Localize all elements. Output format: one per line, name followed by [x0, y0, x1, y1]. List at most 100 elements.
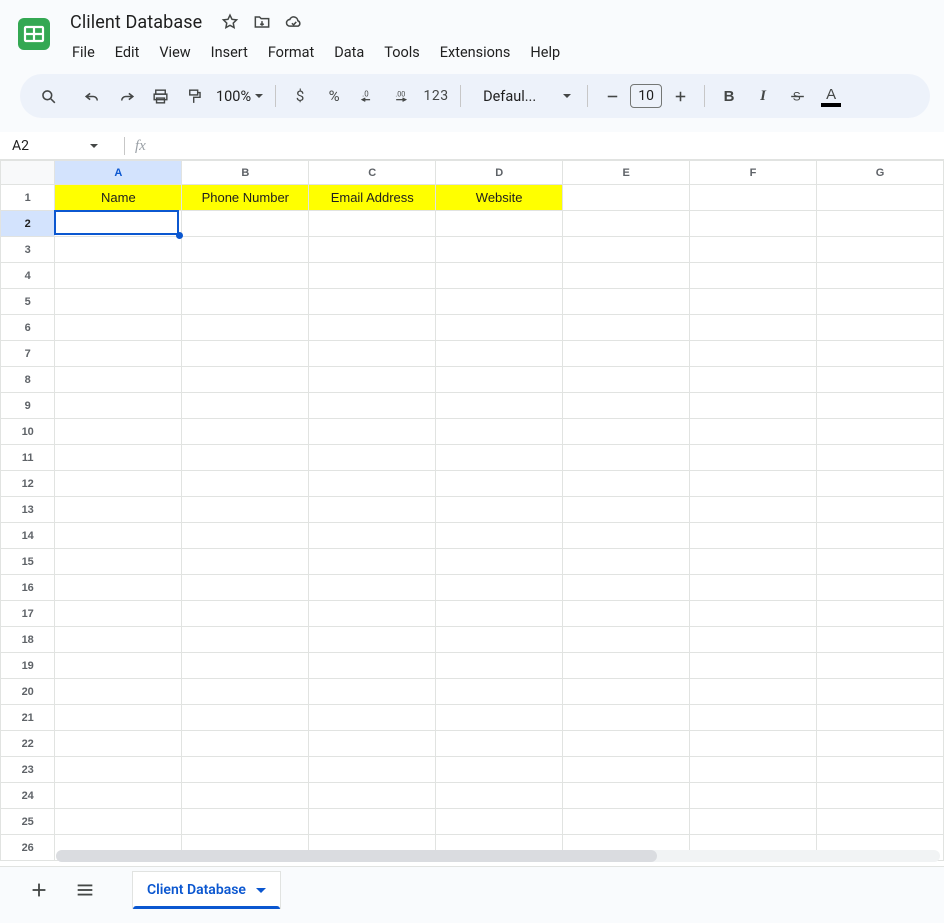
cell[interactable]: [690, 263, 817, 289]
cell[interactable]: [563, 549, 690, 575]
cell[interactable]: [817, 575, 944, 601]
row-header[interactable]: 24: [1, 783, 55, 809]
cell[interactable]: [817, 237, 944, 263]
cell[interactable]: [182, 393, 309, 419]
cell[interactable]: [182, 627, 309, 653]
print-icon[interactable]: [144, 80, 176, 112]
cell[interactable]: [690, 471, 817, 497]
cell[interactable]: [436, 653, 563, 679]
cell[interactable]: [690, 627, 817, 653]
cell[interactable]: [55, 601, 182, 627]
row-header[interactable]: 11: [1, 445, 55, 471]
cell[interactable]: [55, 731, 182, 757]
cell[interactable]: [817, 705, 944, 731]
cell[interactable]: [817, 601, 944, 627]
formula-input[interactable]: [154, 133, 944, 159]
scrollbar-thumb[interactable]: [56, 850, 657, 862]
menu-extensions[interactable]: Extensions: [431, 40, 520, 65]
cell[interactable]: [436, 237, 563, 263]
cell[interactable]: [563, 367, 690, 393]
row-header[interactable]: 17: [1, 601, 55, 627]
search-menus-icon[interactable]: [32, 80, 64, 112]
cell[interactable]: [309, 419, 436, 445]
redo-icon[interactable]: [110, 80, 142, 112]
cell[interactable]: [817, 341, 944, 367]
cell[interactable]: [309, 601, 436, 627]
cell[interactable]: [55, 393, 182, 419]
cell[interactable]: [690, 497, 817, 523]
menu-tools[interactable]: Tools: [375, 40, 429, 65]
cell[interactable]: [436, 523, 563, 549]
cell[interactable]: [690, 341, 817, 367]
cell[interactable]: [182, 549, 309, 575]
cell[interactable]: [182, 523, 309, 549]
cell[interactable]: [817, 393, 944, 419]
cell[interactable]: [309, 341, 436, 367]
row-header[interactable]: 16: [1, 575, 55, 601]
cell[interactable]: [563, 419, 690, 445]
cell[interactable]: [309, 263, 436, 289]
add-sheet-icon[interactable]: [20, 871, 58, 909]
cell[interactable]: [55, 757, 182, 783]
cell[interactable]: [690, 783, 817, 809]
cell[interactable]: [563, 237, 690, 263]
cell[interactable]: [182, 315, 309, 341]
cell[interactable]: [817, 211, 944, 237]
cell[interactable]: [817, 549, 944, 575]
cell[interactable]: [55, 237, 182, 263]
grid-viewport[interactable]: ABCDEFG1NamePhone NumberEmail AddressWeb…: [0, 160, 944, 866]
cell[interactable]: [690, 705, 817, 731]
cell[interactable]: [563, 601, 690, 627]
cell[interactable]: [309, 627, 436, 653]
row-header[interactable]: 1: [1, 185, 55, 211]
text-color-button[interactable]: A: [815, 80, 847, 112]
row-header[interactable]: 15: [1, 549, 55, 575]
cell[interactable]: [182, 783, 309, 809]
cell[interactable]: [563, 575, 690, 601]
cell[interactable]: [436, 731, 563, 757]
cell[interactable]: [436, 289, 563, 315]
row-header[interactable]: 4: [1, 263, 55, 289]
cell[interactable]: [436, 315, 563, 341]
cell[interactable]: [690, 315, 817, 341]
row-header[interactable]: 23: [1, 757, 55, 783]
cell[interactable]: [309, 653, 436, 679]
row-header[interactable]: 26: [1, 835, 55, 861]
cell[interactable]: [309, 679, 436, 705]
cell[interactable]: [436, 627, 563, 653]
cell[interactable]: [309, 731, 436, 757]
row-header[interactable]: 18: [1, 627, 55, 653]
cell[interactable]: [817, 497, 944, 523]
sheets-logo-wrap[interactable]: [0, 8, 68, 54]
column-header[interactable]: C: [309, 161, 436, 185]
cell[interactable]: [182, 757, 309, 783]
cell[interactable]: [817, 419, 944, 445]
cell[interactable]: [309, 289, 436, 315]
cell[interactable]: [817, 367, 944, 393]
cell[interactable]: Website: [436, 185, 563, 211]
cell[interactable]: [563, 289, 690, 315]
cell[interactable]: [55, 809, 182, 835]
row-header[interactable]: 8: [1, 367, 55, 393]
cell[interactable]: [817, 731, 944, 757]
cell[interactable]: [817, 653, 944, 679]
format-currency-button[interactable]: $: [284, 80, 316, 112]
cell[interactable]: [690, 575, 817, 601]
cell[interactable]: [817, 185, 944, 211]
cell[interactable]: [55, 445, 182, 471]
increase-decimal-icon[interactable]: .00: [386, 80, 418, 112]
row-header[interactable]: 19: [1, 653, 55, 679]
move-to-folder-icon[interactable]: [252, 12, 272, 32]
cell[interactable]: [436, 367, 563, 393]
column-header[interactable]: G: [817, 161, 944, 185]
cell[interactable]: [55, 367, 182, 393]
cell[interactable]: [690, 185, 817, 211]
row-header[interactable]: 21: [1, 705, 55, 731]
cell[interactable]: [55, 705, 182, 731]
cell[interactable]: [436, 211, 563, 237]
font-family-select[interactable]: Defaul...: [469, 88, 579, 105]
cell[interactable]: [817, 471, 944, 497]
cell[interactable]: [182, 731, 309, 757]
column-header[interactable]: A: [55, 161, 182, 185]
cell[interactable]: [182, 263, 309, 289]
